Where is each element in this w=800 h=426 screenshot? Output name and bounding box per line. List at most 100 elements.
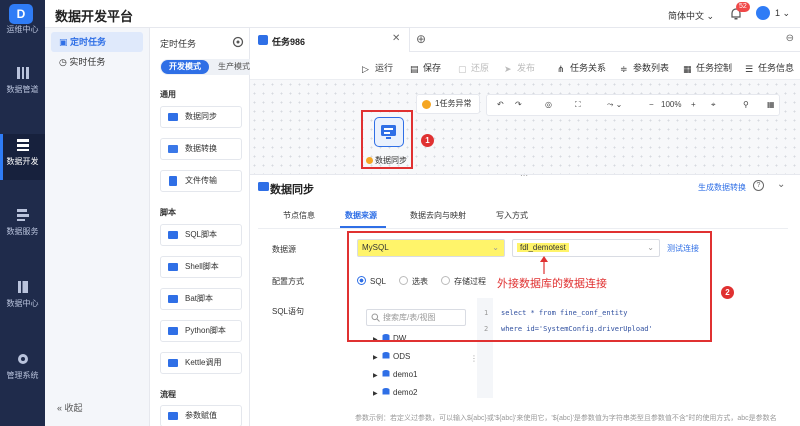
generate-transform-link[interactable]: 生成数据转换 [698, 182, 746, 193]
language-label: 简体中文 [668, 11, 705, 21]
shell-icon [168, 263, 178, 271]
component-label: Bat脚本 [185, 294, 214, 303]
left-nav-rail: D 运维中心 数据管道 数据开发 数据服务 数据中心 管理系统 [0, 0, 45, 426]
tree-item[interactable]: ▶ demo2 [373, 388, 417, 397]
rail-item-center[interactable]: 数据中心 [0, 280, 45, 320]
revert-icon: ▢ [458, 64, 467, 74]
mode-switch[interactable]: 开发模式 生产模式 [160, 59, 256, 75]
service-icon [16, 209, 29, 221]
component-data-transform[interactable]: 数据转换 [160, 138, 242, 160]
undo-icon[interactable]: ↶ [497, 100, 504, 109]
search-icon[interactable]: ⚲ [743, 100, 749, 109]
crosshair-icon[interactable]: ⌖ [711, 100, 716, 110]
run-button[interactable]: ▷ 运行 [362, 61, 393, 74]
collapse-button[interactable]: « 收起 [57, 401, 83, 414]
drag-handle[interactable]: ⋯ [520, 171, 529, 180]
tab-task[interactable]: 任务986 ✕ [250, 28, 410, 52]
tab-data-source[interactable]: 数据来源 [345, 210, 377, 221]
chevron-down-icon: ⌄ [706, 11, 715, 21]
layout-icon[interactable]: ⤳ ⌄ [607, 100, 622, 110]
user-name: 1 [775, 8, 781, 18]
save-icon: ▤ [410, 64, 419, 74]
user-menu[interactable]: 1 ⌄ [775, 8, 790, 19]
component-label: 数据转换 [185, 144, 217, 153]
clock-icon: ◷ [59, 57, 67, 67]
grid-icon[interactable]: ▦ [767, 100, 775, 109]
language-select[interactable]: 简体中文 ⌄ [668, 9, 714, 22]
rail-item-label: 数据管道 [6, 85, 39, 94]
component-kettle[interactable]: Kettle调用 [160, 352, 242, 374]
group-label-general: 通用 [160, 90, 176, 99]
task-control-button[interactable]: ▦ 任务控制 [683, 61, 732, 74]
save-button[interactable]: ▤ 保存 [410, 61, 441, 74]
more-icon[interactable]: ⊖ [786, 33, 794, 44]
task-info-button[interactable]: ☰ 任务信息 [745, 61, 794, 74]
top-header: 数据开发平台 简体中文 ⌄ 52 1 ⌄ [45, 0, 800, 28]
data-sync-icon [258, 182, 269, 191]
mode-dev-button[interactable]: 开发模式 [161, 60, 209, 74]
rail-item-dev[interactable]: 数据开发 [0, 134, 45, 180]
rail-item-ops[interactable]: 运维中心 [0, 24, 45, 38]
zoom-in-icon[interactable]: + [691, 100, 696, 109]
help-icon[interactable]: ? [753, 180, 764, 191]
tree-item[interactable]: ▶ ODS [373, 352, 410, 361]
component-label: 文件传输 [185, 176, 217, 185]
chevron-down-icon: ⌄ [782, 8, 791, 18]
relation-label: 任务关系 [570, 63, 607, 73]
canvas-tools: ↶ ↷ ◎ ⛶ ⤳ ⌄ − 100% + ⌖ ⚲ ▦ [486, 94, 780, 116]
app-title: 数据开发平台 [55, 9, 134, 24]
tree-item-label: ODS [393, 352, 411, 361]
task-icon [258, 35, 268, 45]
revert-button[interactable]: ▢ 还原 [458, 61, 489, 74]
chevron-down-icon[interactable]: ⌄ [777, 179, 785, 190]
zoom-out-icon[interactable]: − [649, 100, 654, 109]
component-param-assign[interactable]: 参数赋值 [160, 405, 242, 426]
editor-tab-bar: 任务986 ✕ ⊕ ⊖ [250, 28, 800, 52]
rail-item-pipeline[interactable]: 数据管道 [0, 66, 45, 106]
node-label: 数据同步 [366, 155, 407, 166]
task-toolbar: ▷ 运行 ▤ 保存 ▢ 还原 ➤ 发布 ⋔ 任务关系 ≑ 参数列表 ▦ 任务控制 ☰ 任务信息 [250, 52, 800, 80]
component-sql-script[interactable]: SQL脚本 [160, 224, 242, 246]
sql-icon [168, 231, 178, 239]
tab-data-target[interactable]: 数据去向与映射 [410, 210, 466, 221]
tree-item[interactable]: ▶ demo1 [373, 370, 417, 379]
notification-badge: 52 [736, 2, 750, 12]
close-icon[interactable]: ✕ [392, 33, 400, 44]
relation-icon: ⋔ [557, 64, 565, 74]
target-icon[interactable]: ◎ [545, 100, 552, 109]
tab-write-mode[interactable]: 写入方式 [496, 210, 528, 221]
data-sync-icon [381, 125, 396, 139]
rail-item-admin[interactable]: 管理系统 [0, 352, 45, 392]
warning-icon [422, 100, 431, 109]
fit-screen-icon[interactable]: ⛶ [575, 100, 581, 110]
tab-node-info[interactable]: 节点信息 [283, 210, 315, 221]
param-list-button[interactable]: ≑ 参数列表 [620, 61, 669, 74]
group-label-script: 脚本 [160, 208, 176, 217]
avatar[interactable] [756, 6, 770, 20]
sidebar-item-scheduled[interactable]: ▣ 定时任务 [51, 32, 143, 52]
component-bat-script[interactable]: Bat脚本 [160, 288, 242, 310]
redo-icon[interactable]: ↷ [515, 100, 522, 109]
publish-label: 发布 [517, 63, 536, 73]
add-tab-icon[interactable]: ⊕ [416, 32, 426, 46]
params-label: 参数列表 [633, 63, 670, 73]
component-shell-script[interactable]: Shell脚本 [160, 256, 242, 278]
info-label: 任务信息 [758, 63, 795, 73]
rail-item-service[interactable]: 数据服务 [0, 208, 45, 248]
component-data-sync[interactable]: 数据同步 [160, 106, 242, 128]
info-list-icon: ☰ [745, 64, 754, 74]
task-warning[interactable]: 1任务异常 [416, 94, 480, 114]
control-label: 任务控制 [696, 63, 733, 73]
settings-gear-icon[interactable] [232, 36, 244, 48]
config-title: 数据同步 [270, 184, 314, 196]
sidebar-item-label: 实时任务 [69, 57, 106, 67]
node-label-text: 数据同步 [375, 156, 407, 165]
sidebar-item-realtime[interactable]: ◷ 实时任务 [51, 52, 143, 72]
component-python-script[interactable]: Python脚本 [160, 320, 242, 342]
control-icon: ▦ [683, 64, 692, 74]
sliders-icon: ≑ [620, 64, 628, 74]
data-sync-node[interactable] [374, 117, 404, 147]
publish-button[interactable]: ➤ 发布 [504, 61, 535, 74]
component-file-transfer[interactable]: 文件传输 [160, 170, 242, 192]
task-relation-button[interactable]: ⋔ 任务关系 [557, 61, 606, 74]
